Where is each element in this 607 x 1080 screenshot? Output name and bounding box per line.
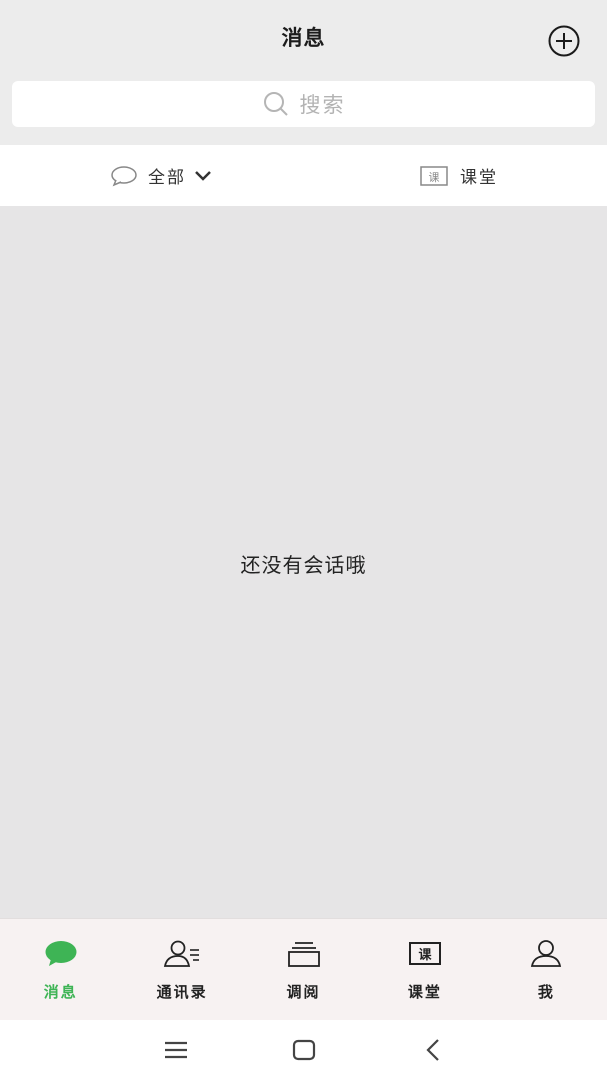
tab-me[interactable]: 我: [486, 919, 607, 1020]
person-icon: [531, 940, 562, 967]
page-title: 消息: [281, 26, 326, 50]
svg-text:课: 课: [429, 171, 440, 184]
tab-browse[interactable]: 调阅: [243, 919, 364, 1020]
home-icon[interactable]: [289, 1036, 319, 1064]
tab-label: 消息: [43, 983, 78, 1001]
back-icon[interactable]: [418, 1036, 448, 1064]
empty-state-message: 还没有会话哦: [240, 553, 367, 577]
svg-text:课: 课: [418, 948, 432, 963]
menu-icon[interactable]: [161, 1036, 191, 1064]
tab-contacts[interactable]: 通讯录: [121, 919, 242, 1020]
search-icon: [263, 92, 288, 116]
system-nav-bar: [0, 1020, 607, 1080]
chevron-down-icon: [195, 170, 211, 181]
chat-bubble-icon: [45, 941, 77, 966]
stack-icon: [287, 942, 320, 967]
contacts-icon: [164, 940, 200, 967]
tab-label: 课堂: [407, 983, 442, 1001]
tab-label: 通讯录: [156, 983, 208, 1001]
filter-all-dropdown[interactable]: 全部: [110, 145, 212, 206]
tab-messages[interactable]: 消息: [0, 919, 121, 1020]
search-placeholder: 搜索: [299, 93, 346, 117]
plus-circle-icon[interactable]: [547, 24, 581, 58]
filter-bar: 全部 课 课堂: [0, 145, 607, 206]
bottom-tab-bar: 消息 通讯录 调阅 课 课堂 我: [0, 918, 607, 1020]
filter-class[interactable]: 课 课堂: [420, 145, 498, 206]
top-bar: 消息 搜索: [0, 0, 607, 145]
search-input[interactable]: 搜索: [12, 81, 595, 127]
class-badge-icon: 课: [420, 165, 448, 186]
tab-label: 调阅: [286, 983, 321, 1001]
filter-all-label: 全部: [148, 168, 186, 188]
tab-class[interactable]: 课 课堂: [364, 919, 485, 1020]
chat-bubble-outline-icon: [111, 165, 137, 186]
class-icon: 课: [408, 942, 441, 965]
filter-class-label: 课堂: [460, 168, 498, 188]
tab-label: 我: [537, 983, 555, 1001]
conversation-list-empty: 还没有会话哦: [0, 206, 607, 918]
